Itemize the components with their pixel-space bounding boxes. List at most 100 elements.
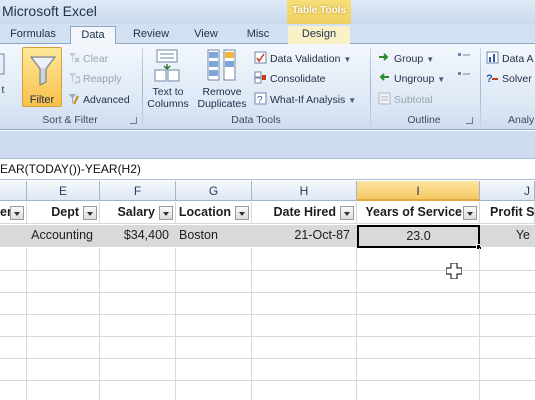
table-cell-profit-sharing[interactable]: Ye <box>480 225 535 247</box>
header-location-label: Location <box>178 205 231 219</box>
solver-label: Solver <box>502 73 532 85</box>
table-cell[interactable] <box>0 225 27 247</box>
consolidate-label: Consolidate <box>270 73 326 85</box>
tab-view[interactable]: View <box>186 26 226 44</box>
outline-group-label: Outline <box>407 114 441 126</box>
filter-dropdown-icon[interactable] <box>340 206 354 220</box>
app-title: Microsoft Excel <box>2 3 97 19</box>
analysis-group-label: Analy <box>508 114 535 126</box>
outline-dialog-launcher[interactable] <box>466 117 473 124</box>
column-header-i[interactable]: I <box>357 181 480 201</box>
sort-filter-dialog-launcher[interactable] <box>130 117 137 124</box>
remove-duplicates-label-2: Duplicates <box>197 98 247 110</box>
table-cell-dept[interactable]: Accounting <box>27 225 100 247</box>
consolidate-icon <box>254 71 266 84</box>
filter-dropdown-icon[interactable] <box>235 206 249 220</box>
filter-dropdown-icon[interactable] <box>83 206 97 220</box>
column-header-f[interactable]: F <box>100 181 176 201</box>
chevron-down-icon: ▼ <box>343 55 352 64</box>
group-separator <box>480 48 481 128</box>
remove-duplicates-label-1: Remove <box>202 86 242 98</box>
advanced-label: Advanced <box>83 94 130 106</box>
table-cell-salary[interactable]: $34,400 <box>100 225 176 247</box>
grid-line <box>356 248 357 400</box>
grid-line <box>99 248 100 400</box>
clear-button[interactable]: Clear <box>67 51 108 67</box>
grid-line <box>479 248 480 400</box>
filter-dropdown-icon[interactable] <box>159 206 173 220</box>
text-to-columns-button[interactable]: Text to Columns <box>146 48 190 110</box>
ribbon: t t Filter Clear Reapply Advanced Sort &… <box>0 44 535 130</box>
group-button[interactable]: Group ▼ <box>378 51 434 67</box>
header-cell-partial[interactable]: er <box>0 202 27 224</box>
column-header-g[interactable]: G <box>176 181 252 201</box>
data-validation-icon <box>254 51 267 64</box>
sort-label-partial: t <box>1 84 5 96</box>
ungroup-button[interactable]: Ungroup ▼ <box>378 71 445 87</box>
sort-button-partial[interactable]: t <box>0 50 8 82</box>
text-to-columns-label-2: Columns <box>147 98 189 110</box>
tab-data[interactable]: Data <box>70 26 116 45</box>
header-cell-years-of-service[interactable]: Years of Service <box>357 202 480 224</box>
ungroup-label: Ungroup <box>394 73 435 85</box>
title-bar: Microsoft Excel <box>0 0 535 24</box>
reapply-label: Reapply <box>83 73 122 85</box>
text-to-columns-icon <box>154 49 180 82</box>
header-dept-label: Dept <box>51 205 79 219</box>
grid-line <box>0 358 535 359</box>
header-cell-salary[interactable]: Salary <box>100 202 176 224</box>
subtotal-button[interactable]: Subtotal <box>378 92 433 108</box>
filter-dropdown-icon[interactable] <box>10 206 24 220</box>
clear-label: Clear <box>83 53 109 65</box>
ribbon-tabs: Formulas Data Review View Misc Design <box>0 24 535 45</box>
solver-button[interactable]: ? Solver <box>486 71 532 87</box>
data-tools-group-label: Data Tools <box>231 114 281 126</box>
chevron-down-icon: ▼ <box>348 96 357 105</box>
funnel-icon <box>30 56 56 86</box>
tab-formulas[interactable]: Formulas <box>8 26 58 44</box>
grid-line <box>0 292 535 293</box>
table-cell-date-hired[interactable]: 21-Oct-87 <box>252 225 357 247</box>
grid-line <box>26 248 27 400</box>
tab-review[interactable]: Review <box>128 26 174 44</box>
data-validation-button[interactable]: Data Validation ▼ <box>254 51 351 67</box>
grid-line <box>0 336 535 337</box>
reapply-button[interactable]: Reapply <box>67 71 122 87</box>
tab-misc[interactable]: Misc <box>238 26 278 44</box>
show-detail-icon[interactable] <box>457 52 471 80</box>
subtotal-label: Subtotal <box>394 94 433 106</box>
svg-text:?: ? <box>486 73 493 84</box>
column-header-d[interactable] <box>0 181 27 201</box>
header-date-hired-label: Date Hired <box>273 205 336 219</box>
filter-label: Filter <box>29 94 55 106</box>
svg-text:?: ? <box>257 95 263 105</box>
column-header-e[interactable]: E <box>27 181 100 201</box>
data-analysis-button[interactable]: Data A <box>486 51 534 67</box>
chevron-down-icon: ▼ <box>437 75 446 84</box>
header-cell-date-hired[interactable]: Date Hired <box>252 202 357 224</box>
tab-design[interactable]: Design <box>288 26 350 44</box>
text-to-columns-label-1: Text to <box>152 86 184 98</box>
column-header-j[interactable]: J <box>480 181 535 201</box>
consolidate-button[interactable]: Consolidate <box>254 71 325 87</box>
header-cell-profit-sharing[interactable]: Profit S <box>480 202 535 224</box>
advanced-button[interactable]: Advanced <box>67 92 130 108</box>
what-if-analysis-button[interactable]: ? What-If Analysis ▼ <box>254 92 356 108</box>
subtotal-icon <box>378 92 391 105</box>
table-cell-location[interactable]: Boston <box>176 225 252 247</box>
header-cell-location[interactable]: Location <box>176 202 252 224</box>
remove-duplicates-button[interactable]: Remove Duplicates <box>194 48 250 110</box>
grid-line <box>175 248 176 400</box>
column-header-h[interactable]: H <box>252 181 357 201</box>
active-cell-years-of-service[interactable]: 23.0 <box>357 225 480 248</box>
header-salary-label: Salary <box>117 205 155 219</box>
formula-text: EAR(TODAY())-YEAR(H2) <box>0 162 141 176</box>
filter-button[interactable]: Filter <box>22 47 62 107</box>
filter-dropdown-icon[interactable] <box>463 206 477 220</box>
sort-filter-group-label: Sort & Filter <box>42 114 98 126</box>
cell-cursor-icon <box>446 263 462 279</box>
formula-bar[interactable]: EAR(TODAY())-YEAR(H2) <box>0 158 535 180</box>
header-cell-dept[interactable]: Dept <box>27 202 100 224</box>
what-if-icon: ? <box>254 92 267 105</box>
ribbon-gap <box>0 131 535 158</box>
